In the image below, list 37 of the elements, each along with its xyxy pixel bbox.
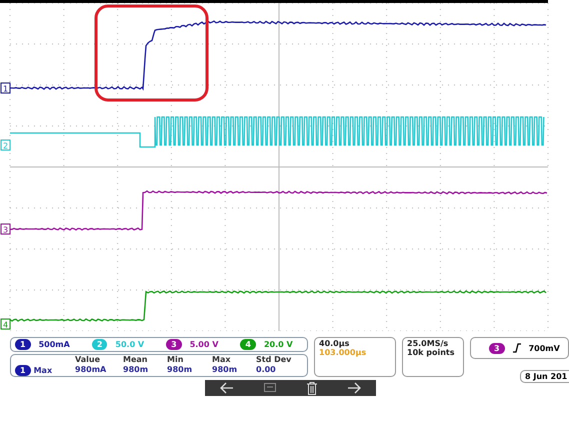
column-header: Std Dev: [256, 355, 292, 365]
channel-scale: 5.00 V: [190, 340, 218, 349]
column-header: Mean: [123, 355, 148, 365]
back-arrow-icon[interactable]: [220, 382, 234, 394]
channel-marker: 3: [0, 224, 10, 234]
measurement-value: 980m: [212, 365, 238, 376]
timebase-box[interactable]: 40.0µs 103.000µs: [314, 337, 396, 377]
time-scale: 40.0µs: [319, 339, 350, 348]
channel-marker: 4: [0, 318, 10, 330]
rising-edge-icon: [512, 343, 521, 353]
column-header: Min: [167, 355, 184, 365]
measurement-value: 980m: [167, 365, 194, 376]
column-header: Value: [75, 355, 102, 365]
measurement-value: 980m: [123, 365, 150, 376]
channel-badge[interactable]: 1: [15, 339, 31, 350]
trash-icon[interactable]: [306, 382, 317, 394]
channel-scale: 500mA: [38, 340, 70, 349]
channel-scale: 50.0 V: [115, 340, 144, 349]
channel-marker: 2: [0, 140, 10, 150]
column-header: Max: [212, 355, 232, 365]
channel-badge: 1: [15, 365, 31, 376]
channel-badge[interactable]: 3: [166, 339, 182, 350]
channel-scale: 20.0 V: [264, 340, 293, 349]
forward-arrow-icon[interactable]: [346, 382, 361, 394]
trigger-level: 700mV: [528, 344, 560, 352]
measurement-value: 980mA: [75, 365, 108, 376]
record-length: 10k points: [407, 348, 456, 357]
trigger-position: 103.000µs: [319, 348, 368, 357]
screen-icon[interactable]: [264, 383, 276, 393]
trigger-box[interactable]: 3 700mV: [470, 337, 569, 359]
channel-badge: 3: [489, 342, 505, 354]
sample-rate: 25.0MS/s: [407, 339, 450, 348]
acquisition-box[interactable]: 25.0MS/s 10k points: [402, 337, 464, 377]
date-label: 8 Jun 201: [520, 370, 569, 383]
measurement-value: 0.00: [256, 365, 277, 376]
channel-marker: 1: [0, 82, 10, 94]
measurement-name: Max: [34, 366, 52, 376]
